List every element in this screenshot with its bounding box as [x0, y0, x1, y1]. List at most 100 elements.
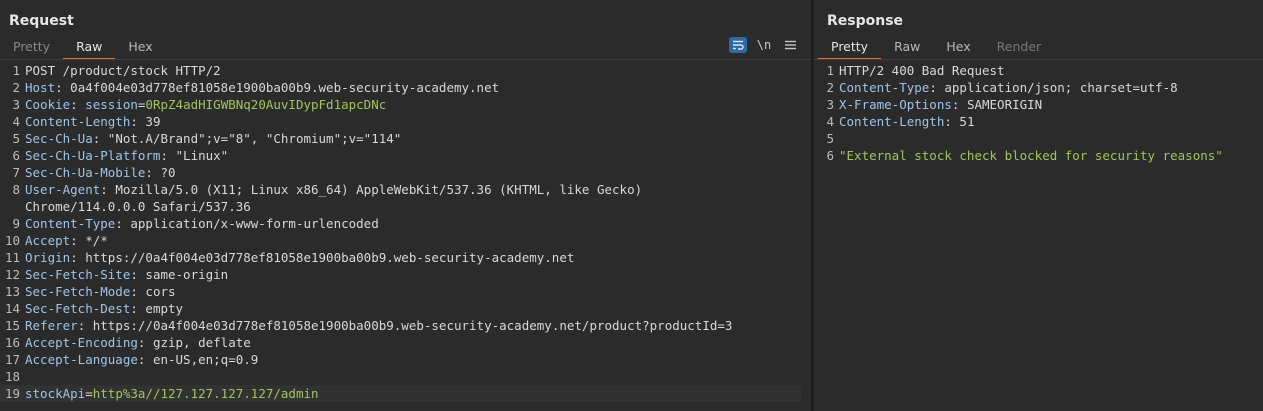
- header-name: Content-Length: [839, 114, 945, 129]
- line-content: Accept-Encoding: gzip, deflate: [25, 334, 801, 351]
- header-value: gzip, deflate: [152, 335, 251, 350]
- response-tabs: Pretty Raw Hex Render: [818, 38, 1055, 60]
- header-name: Sec-Fetch-Dest: [25, 301, 131, 316]
- request-tab-hex[interactable]: Hex: [115, 38, 165, 59]
- request-editor[interactable]: 1 POST /product/stock HTTP/2 2 Host: 0a4f00…: [0, 62, 801, 402]
- header-name: Sec-Ch-Ua-Mobile: [25, 165, 146, 180]
- line-content: "External stock check blocked for securi…: [839, 147, 1263, 164]
- line-number: 2: [826, 80, 834, 95]
- header-separator: :: [145, 165, 161, 180]
- line-content: User-Agent: Mozilla/5.0 (X11; Linux x86_…: [25, 181, 801, 198]
- header-separator: :: [130, 114, 146, 129]
- request-line: 4 Content-Length: 39: [0, 113, 801, 130]
- line-content: [839, 130, 1263, 147]
- line-content: Accept-Language: en-US,en;q=0.9: [25, 351, 801, 368]
- header-value: SAMEORIGIN: [966, 97, 1043, 112]
- request-line: 8 User-Agent: Mozilla/5.0 (X11; Linux x86…: [0, 181, 801, 198]
- newline-toggle-button[interactable]: \n: [755, 37, 773, 53]
- header-value: application/json; charset=utf-8: [944, 80, 1178, 95]
- burp-repeater-panels: Request Pretty Raw Hex \n 1 POST /produc…: [0, 0, 1263, 411]
- line-number: 7: [12, 165, 20, 180]
- request-line: 15 Referer: https://0a4f004e03d778ef81058…: [0, 317, 801, 334]
- cookie-value: 0RpZ4adHIGWBNq20AuvIDypFd1apcDNc: [145, 97, 387, 112]
- param-equals: =: [85, 386, 93, 401]
- line-content: stockApi=http%3a//127.127.127.127/admin: [25, 385, 801, 402]
- header-name: Content-Type: [839, 80, 930, 95]
- cookie-name: session: [85, 97, 138, 112]
- request-line: 18: [0, 368, 801, 385]
- line-content: Sec-Ch-Ua-Platform: "Linux": [25, 147, 801, 164]
- request-line: 2 Host: 0a4f004e03d778ef81058e1900ba00b9.…: [0, 79, 801, 96]
- response-tab-render[interactable]: Render: [984, 38, 1055, 59]
- request-pane: Request Pretty Raw Hex \n 1 POST /produc…: [0, 0, 811, 411]
- header-separator: :: [130, 301, 146, 316]
- line-number: 4: [12, 114, 20, 129]
- line-text: POST /product/stock HTTP/2: [25, 63, 221, 78]
- line-number: 1: [826, 63, 834, 78]
- header-separator: :: [944, 114, 960, 129]
- header-name: Accept-Encoding: [25, 335, 138, 350]
- header-value: same-origin: [145, 267, 229, 282]
- header-separator: :: [115, 216, 131, 231]
- response-line: 3 X-Frame-Options: SAMEORIGIN: [814, 96, 1263, 113]
- response-pane: Response Pretty Raw Hex Render 1 HTTP/2 4…: [814, 0, 1263, 411]
- line-content: Accept: */*: [25, 232, 801, 249]
- header-name: Content-Type: [25, 216, 116, 231]
- header-name: Sec-Ch-Ua-Platform: [25, 148, 161, 163]
- header-value: empty: [145, 301, 184, 316]
- line-content: Content-Type: application/x-www-form-url…: [25, 215, 801, 232]
- header-name: Sec-Fetch-Mode: [25, 284, 131, 299]
- line-number: 11: [4, 250, 20, 265]
- header-separator: :: [137, 352, 153, 367]
- response-tab-raw[interactable]: Raw: [881, 38, 933, 59]
- line-content: Sec-Fetch-Mode: cors: [25, 283, 801, 300]
- line-number: 18: [4, 369, 20, 384]
- header-separator: :: [130, 284, 146, 299]
- line-content: Content-Length: 51: [839, 113, 1263, 130]
- header-value: https://0a4f004e03d778ef81058e1900ba00b9…: [92, 318, 733, 333]
- line-content: POST /product/stock HTTP/2: [25, 62, 801, 79]
- line-content: [25, 368, 801, 385]
- hamburger-icon[interactable]: [781, 37, 799, 53]
- request-line: 6 Sec-Ch-Ua-Platform: "Linux": [0, 147, 801, 164]
- line-number: [0, 198, 25, 215]
- wrap-lines-icon[interactable]: [729, 37, 747, 53]
- request-line: 13 Sec-Fetch-Mode: cors: [0, 283, 801, 300]
- request-tab-raw[interactable]: Raw: [63, 38, 116, 60]
- response-tab-pretty[interactable]: Pretty: [818, 38, 882, 60]
- response-line: 1 HTTP/2 400 Bad Request: [814, 62, 1263, 79]
- response-tab-divider: [814, 59, 1263, 60]
- param-value: http%3a//127.127.127.127/admin: [92, 386, 319, 401]
- line-content: Sec-Ch-Ua-Mobile: ?0: [25, 164, 801, 181]
- header-name: Accept-Language: [25, 352, 138, 367]
- header-name: Sec-Fetch-Site: [25, 267, 131, 282]
- header-value: https://0a4f004e03d778ef81058e1900ba00b9…: [85, 250, 575, 265]
- request-line: 16 Accept-Encoding: gzip, deflate: [0, 334, 801, 351]
- response-tab-hex[interactable]: Hex: [933, 38, 983, 59]
- header-separator: :: [70, 250, 86, 265]
- request-tab-pretty[interactable]: Pretty: [0, 38, 63, 59]
- line-number: 6: [12, 148, 20, 163]
- line-number: 1: [12, 63, 20, 78]
- header-separator: :: [951, 97, 967, 112]
- request-line: 5 Sec-Ch-Ua: "Not.A/Brand";v="8", "Chromi…: [0, 130, 801, 147]
- line-number: 14: [4, 301, 20, 316]
- line-number: 3: [12, 97, 20, 112]
- line-content: X-Frame-Options: SAMEORIGIN: [839, 96, 1263, 113]
- line-content: Sec-Fetch-Site: same-origin: [25, 266, 801, 283]
- header-name: Accept: [25, 233, 71, 248]
- request-line: Chrome/114.0.0.0 Safari/537.36: [0, 198, 801, 215]
- header-value: en-US,en;q=0.9: [152, 352, 259, 367]
- line-number: 13: [4, 284, 20, 299]
- response-editor[interactable]: 1 HTTP/2 400 Bad Request 2 Content-Type: ap…: [814, 62, 1263, 164]
- header-value: "Linux": [175, 148, 229, 163]
- header-value: 0a4f004e03d778ef81058e1900ba00b9.web-sec…: [70, 80, 500, 95]
- line-content: Content-Length: 39: [25, 113, 801, 130]
- header-value: cors: [145, 284, 176, 299]
- response-line: 4 Content-Length: 51: [814, 113, 1263, 130]
- request-line: 7 Sec-Ch-Ua-Mobile: ?0: [0, 164, 801, 181]
- request-line: 12 Sec-Fetch-Site: same-origin: [0, 266, 801, 283]
- request-line: 14 Sec-Fetch-Dest: empty: [0, 300, 801, 317]
- line-content: Host: 0a4f004e03d778ef81058e1900ba00b9.w…: [25, 79, 801, 96]
- line-content: HTTP/2 400 Bad Request: [839, 62, 1263, 79]
